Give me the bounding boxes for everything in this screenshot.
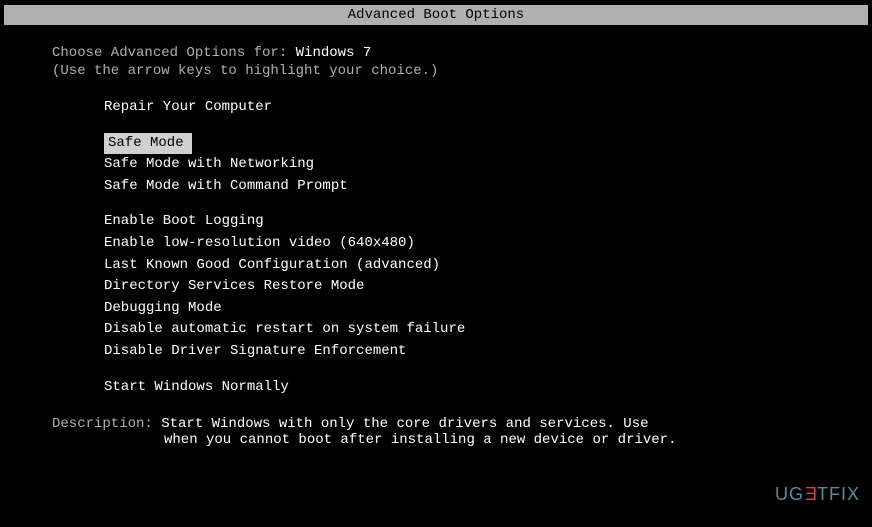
description-block: Description: Start Windows with only the… [52,416,872,448]
description-line2: when you cannot boot after installing a … [52,432,872,448]
menu-disable-auto-restart[interactable]: Disable automatic restart on system fail… [104,319,469,341]
description-label: Description: [52,416,161,432]
description-line1: Start Windows with only the core drivers… [161,416,648,432]
watermark-ug: UG [775,484,804,504]
menu-enable-boot-logging[interactable]: Enable Boot Logging [104,211,268,233]
menu-start-windows-normally[interactable]: Start Windows Normally [104,377,293,399]
menu-debugging-mode[interactable]: Debugging Mode [104,298,226,320]
header-prefix: Choose Advanced Options for: [52,45,296,61]
boot-menu-content: Choose Advanced Options for: Windows 7 (… [0,25,872,448]
menu-directory-services-restore[interactable]: Directory Services Restore Mode [104,276,368,298]
watermark-tfix: TFIX [817,484,860,504]
header-line: Choose Advanced Options for: Windows 7 [52,45,872,61]
watermark-e: E [804,484,817,505]
title-bar: Advanced Boot Options [4,5,868,25]
menu-safe-mode[interactable]: Safe Mode [104,133,192,155]
os-name: Windows 7 [296,45,372,61]
page-title: Advanced Boot Options [348,7,524,23]
menu-repair-computer[interactable]: Repair Your Computer [104,97,276,119]
menu-safe-mode-command-prompt[interactable]: Safe Mode with Command Prompt [104,176,352,198]
menu-safe-mode-networking[interactable]: Safe Mode with Networking [104,154,318,176]
boot-menu[interactable]: Repair Your Computer Safe Mode Safe Mode… [104,97,872,398]
hint-line: (Use the arrow keys to highlight your ch… [52,63,872,79]
menu-low-resolution-video[interactable]: Enable low-resolution video (640x480) [104,233,419,255]
menu-last-known-good-config[interactable]: Last Known Good Configuration (advanced) [104,255,444,277]
menu-disable-driver-signature[interactable]: Disable Driver Signature Enforcement [104,341,410,363]
watermark: UGETFIX [775,484,860,505]
